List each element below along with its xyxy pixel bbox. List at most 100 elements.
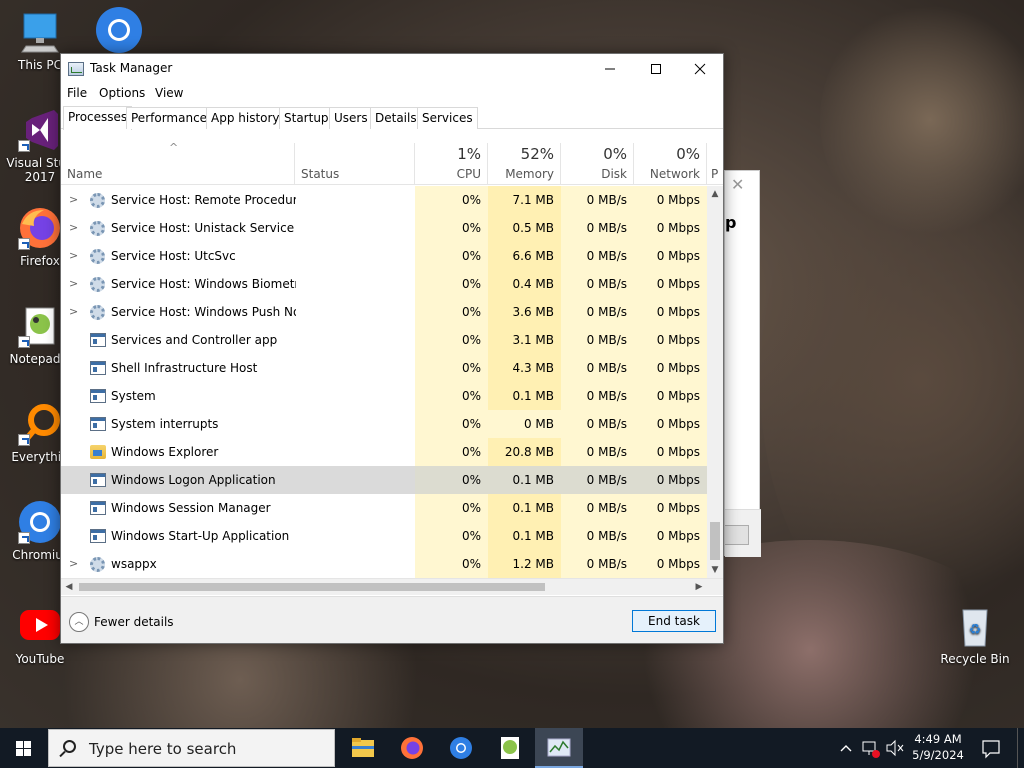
- table-row[interactable]: > Service Host: Windows Biometric 0% 0.4 MB…: [61, 270, 707, 298]
- taskbar-file-explorer[interactable]: [339, 728, 387, 768]
- chevron-right-icon[interactable]: >: [69, 193, 78, 206]
- everything-search-icon: [18, 402, 62, 446]
- taskbar-clock[interactable]: 4:49 AM 5/9/2024: [906, 731, 970, 763]
- disk-value: 0 MB/s: [586, 277, 627, 291]
- app-icon: [90, 333, 106, 347]
- column-cpu[interactable]: 1% CPU: [415, 143, 488, 185]
- svg-text:♻: ♻: [969, 622, 982, 638]
- scrollbar-thumb-horizontal[interactable]: [79, 583, 545, 591]
- column-network[interactable]: 0% Network: [634, 143, 707, 185]
- taskbar-notepad-plus-plus[interactable]: [486, 728, 534, 768]
- table-row[interactable]: Windows Explorer 0% 20.8 MB 0 MB/s 0 Mbps: [61, 438, 707, 466]
- cpu-value: 0%: [461, 361, 481, 375]
- fewer-details-link[interactable]: Fewer details: [94, 615, 174, 629]
- end-task-button[interactable]: End task: [632, 610, 716, 632]
- desktop-icon-recycle-bin[interactable]: ♻ Recycle Bin: [935, 604, 1015, 666]
- table-row[interactable]: > Service Host: Remote Procedure... 0% 7.1 …: [61, 186, 707, 214]
- scroll-left-icon[interactable]: ◀: [61, 579, 77, 595]
- table-row[interactable]: System interrupts 0% 0 MB 0 MB/s 0 Mbps: [61, 410, 707, 438]
- process-name: Windows Start-Up Application: [111, 529, 290, 543]
- tab-app-history[interactable]: App history: [206, 107, 285, 129]
- tab-services[interactable]: Services: [417, 107, 478, 129]
- desktop-icon-chromium-top[interactable]: [77, 6, 157, 54]
- gear-icon: [90, 193, 105, 208]
- memory-value: 0.1 MB: [512, 501, 554, 515]
- taskbar-firefox[interactable]: [388, 728, 436, 768]
- column-status[interactable]: Status: [295, 143, 415, 185]
- column-memory[interactable]: 52% Memory: [488, 143, 561, 185]
- process-name: Shell Infrastructure Host: [111, 361, 258, 375]
- tab-details[interactable]: Details: [370, 107, 422, 129]
- column-power-partial[interactable]: P: [707, 143, 723, 185]
- menu-file[interactable]: File: [67, 86, 87, 100]
- vertical-scrollbar[interactable]: ▲ ▼: [707, 186, 723, 578]
- close-button[interactable]: [677, 54, 723, 84]
- app-icon: [90, 529, 106, 543]
- start-button[interactable]: [0, 728, 48, 768]
- app-icon: [90, 473, 106, 487]
- chevron-right-icon[interactable]: >: [69, 305, 78, 318]
- menu-options[interactable]: Options: [99, 86, 145, 100]
- table-row[interactable]: Windows Session Manager 0% 0.1 MB 0 MB/s 0 M…: [61, 494, 707, 522]
- taskbar-chromium[interactable]: [437, 728, 485, 768]
- column-disk[interactable]: 0% Disk: [561, 143, 634, 185]
- column-name[interactable]: ^ Name: [61, 141, 295, 185]
- disk-value: 0 MB/s: [586, 193, 627, 207]
- close-icon[interactable]: ✕: [731, 175, 744, 194]
- search-box[interactable]: Type here to search: [48, 729, 335, 767]
- action-center-button[interactable]: [978, 728, 1004, 768]
- table-row[interactable]: > Service Host: Unistack Service G... 0% 0.…: [61, 214, 707, 242]
- table-row[interactable]: Windows Logon Application 0% 0.1 MB 0 MB/s 0…: [61, 466, 707, 494]
- taskbar-task-manager[interactable]: [535, 728, 583, 768]
- table-row[interactable]: Shell Infrastructure Host 0% 4.3 MB 0 MB/s 0…: [61, 354, 707, 382]
- tab-users[interactable]: Users: [329, 107, 373, 129]
- chromium-icon: [95, 6, 142, 53]
- scroll-right-icon[interactable]: ▶: [691, 579, 707, 595]
- show-hidden-icons-button[interactable]: [838, 728, 854, 768]
- maximize-button[interactable]: [633, 54, 679, 84]
- table-row[interactable]: System 0% 0.1 MB 0 MB/s 0 Mbps: [61, 382, 707, 410]
- recycle-bin-icon: ♻: [953, 604, 997, 648]
- clock-time: 4:49 AM: [914, 732, 962, 746]
- tab-startup[interactable]: Startup: [279, 107, 334, 129]
- scrollbar-thumb[interactable]: [710, 522, 720, 560]
- memory-value: 0.1 MB: [512, 473, 554, 487]
- gear-icon: [90, 277, 105, 292]
- gear-icon: [90, 305, 105, 320]
- tab-performance[interactable]: Performance: [126, 107, 213, 129]
- scroll-up-icon[interactable]: ▲: [707, 186, 723, 202]
- table-row[interactable]: > wsappx 0% 1.2 MB 0 MB/s 0 Mbps: [61, 550, 707, 578]
- chevron-right-icon[interactable]: >: [69, 557, 78, 570]
- tab-processes[interactable]: Processes: [63, 106, 133, 130]
- dialog-button[interactable]: [725, 525, 749, 545]
- chevron-up-icon[interactable]: ︿: [69, 612, 89, 632]
- horizontal-scrollbar[interactable]: ◀ ▶: [61, 578, 723, 595]
- notepad-plus-plus-icon: [18, 304, 62, 348]
- process-name: System interrupts: [111, 417, 219, 431]
- table-row[interactable]: > Service Host: Windows Push No... 0% 3.6 M…: [61, 298, 707, 326]
- network-status-button[interactable]: [860, 728, 882, 768]
- disk-value: 0 MB/s: [586, 501, 627, 515]
- chevron-right-icon[interactable]: >: [69, 249, 78, 262]
- minimize-button[interactable]: [587, 54, 633, 84]
- title-bar[interactable]: Task Manager: [61, 54, 723, 84]
- disk-value: 0 MB/s: [586, 249, 627, 263]
- show-desktop-button[interactable]: [1017, 728, 1024, 768]
- menu-view[interactable]: View: [155, 86, 183, 100]
- table-row[interactable]: Windows Start-Up Application 0% 0.1 MB 0 MB…: [61, 522, 707, 550]
- chevron-right-icon[interactable]: >: [69, 221, 78, 234]
- app-icon: [90, 361, 106, 375]
- process-name: Service Host: Unistack Service G...: [111, 221, 296, 235]
- chevron-right-icon[interactable]: >: [69, 277, 78, 290]
- process-name: Services and Controller app: [111, 333, 278, 347]
- volume-button[interactable]: [884, 728, 906, 768]
- disk-value: 0 MB/s: [586, 473, 627, 487]
- table-row[interactable]: > Service Host: UtcSvc 0% 6.6 MB 0 MB/s 0 Mbp…: [61, 242, 707, 270]
- cpu-value: 0%: [461, 305, 481, 319]
- network-value: 0 Mbps: [656, 333, 700, 347]
- table-row[interactable]: Services and Controller app 0% 3.1 MB 0 MB/…: [61, 326, 707, 354]
- network-value: 0 Mbps: [656, 221, 700, 235]
- process-name: Service Host: UtcSvc: [111, 249, 236, 263]
- scroll-down-icon[interactable]: ▼: [707, 562, 723, 578]
- network-value: 0 Mbps: [656, 305, 700, 319]
